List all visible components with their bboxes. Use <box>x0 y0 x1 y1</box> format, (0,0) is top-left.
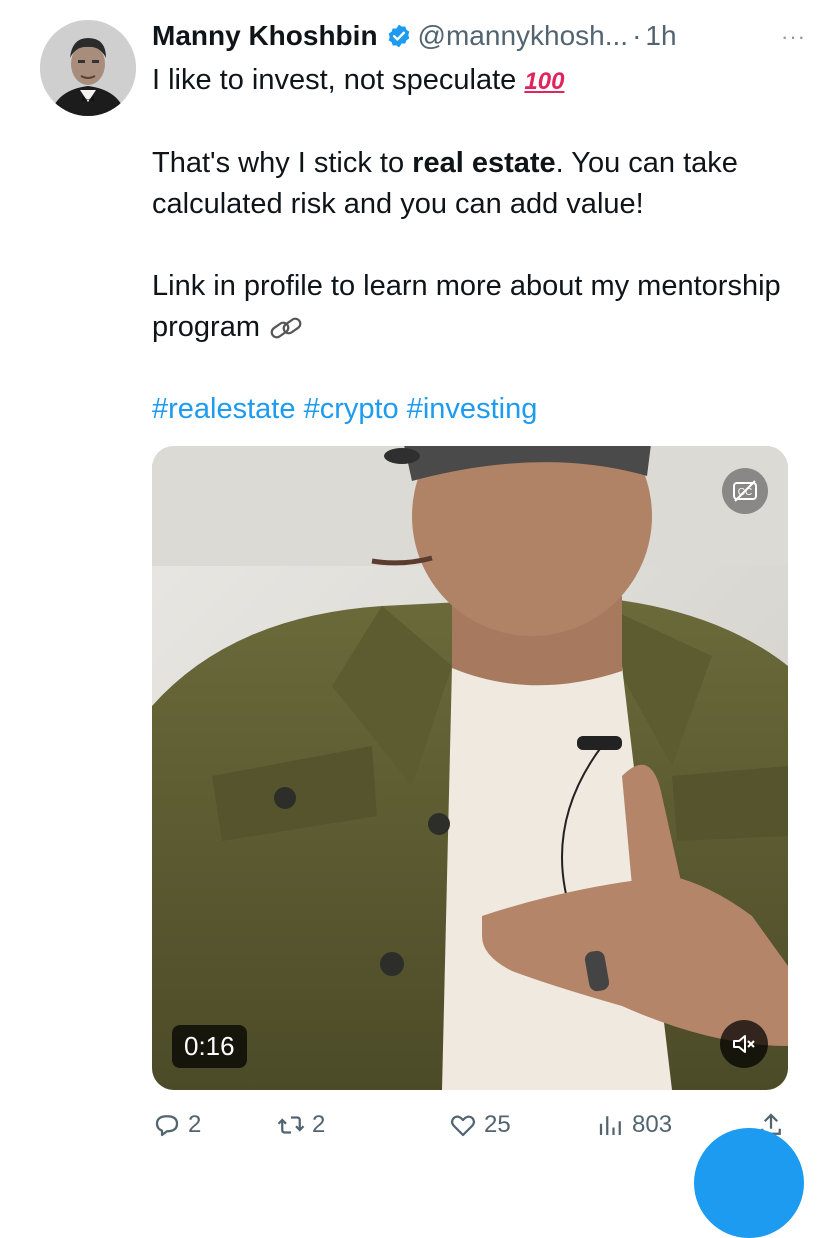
mute-button[interactable] <box>720 1020 768 1068</box>
hashtag-investing[interactable]: #investing <box>407 393 538 425</box>
link-chain-emoji-icon <box>270 317 302 339</box>
verified-badge-icon <box>388 24 409 48</box>
hashtags: #realestate #crypto #investing <box>152 389 802 430</box>
heart-icon <box>450 1115 476 1137</box>
video-duration: 0:16 <box>172 1025 247 1068</box>
hundred-points-emoji: 100 <box>524 68 565 95</box>
reply-icon <box>155 1115 179 1137</box>
views-bar-chart-icon <box>599 1116 621 1135</box>
tweet-paragraph-3: Link in profile to learn more about my m… <box>152 266 802 348</box>
tweet-timestamp[interactable]: 1h <box>645 20 676 52</box>
retweet-icon <box>277 1116 305 1134</box>
p2-bold-text: real estate <box>412 147 556 179</box>
like-count: 25 <box>484 1111 511 1138</box>
reply-count: 2 <box>188 1111 202 1138</box>
avatar[interactable] <box>40 20 136 116</box>
retweet-count: 2 <box>312 1111 326 1138</box>
p2-text-before: That's why I stick to <box>152 147 413 179</box>
tweet-line-1-text: I like to invest, not speculate <box>152 64 517 96</box>
reply-button[interactable]: 2 <box>152 1110 201 1140</box>
tweet-text: I like to invest, not speculate 100 That… <box>152 60 802 430</box>
avatar-image <box>40 20 136 116</box>
muted-speaker-icon <box>733 1035 755 1053</box>
retweet-button[interactable]: 2 <box>276 1110 325 1140</box>
hashtag-crypto[interactable]: #crypto <box>304 393 399 425</box>
tweet-paragraph-2: That's why I stick to real estate. You c… <box>152 143 802 225</box>
like-button[interactable]: 25 <box>448 1110 511 1140</box>
compose-fab-button[interactable] <box>694 1128 804 1238</box>
more-options-button[interactable]: ··· <box>781 24 806 50</box>
separator-dot: · <box>632 20 642 51</box>
views-button[interactable]: 803 <box>596 1110 672 1140</box>
hashtag-realestate[interactable]: #realestate <box>152 393 296 425</box>
closed-captions-off-icon: CC <box>733 480 757 502</box>
author-name[interactable]: Manny Khoshbin <box>152 20 378 52</box>
author-handle[interactable]: @mannykhosh... <box>418 20 629 52</box>
tweet-header: Manny Khoshbin @mannykhosh... · 1h <box>152 18 812 54</box>
tweet-line-1: I like to invest, not speculate 100 <box>152 60 802 102</box>
views-count: 803 <box>632 1111 673 1138</box>
video-player[interactable]: CC 0:16 <box>152 446 788 1090</box>
p3-text: Link in profile to learn more about my m… <box>152 270 781 343</box>
video-thumbnail <box>152 446 788 1090</box>
captions-button[interactable]: CC <box>722 468 768 514</box>
